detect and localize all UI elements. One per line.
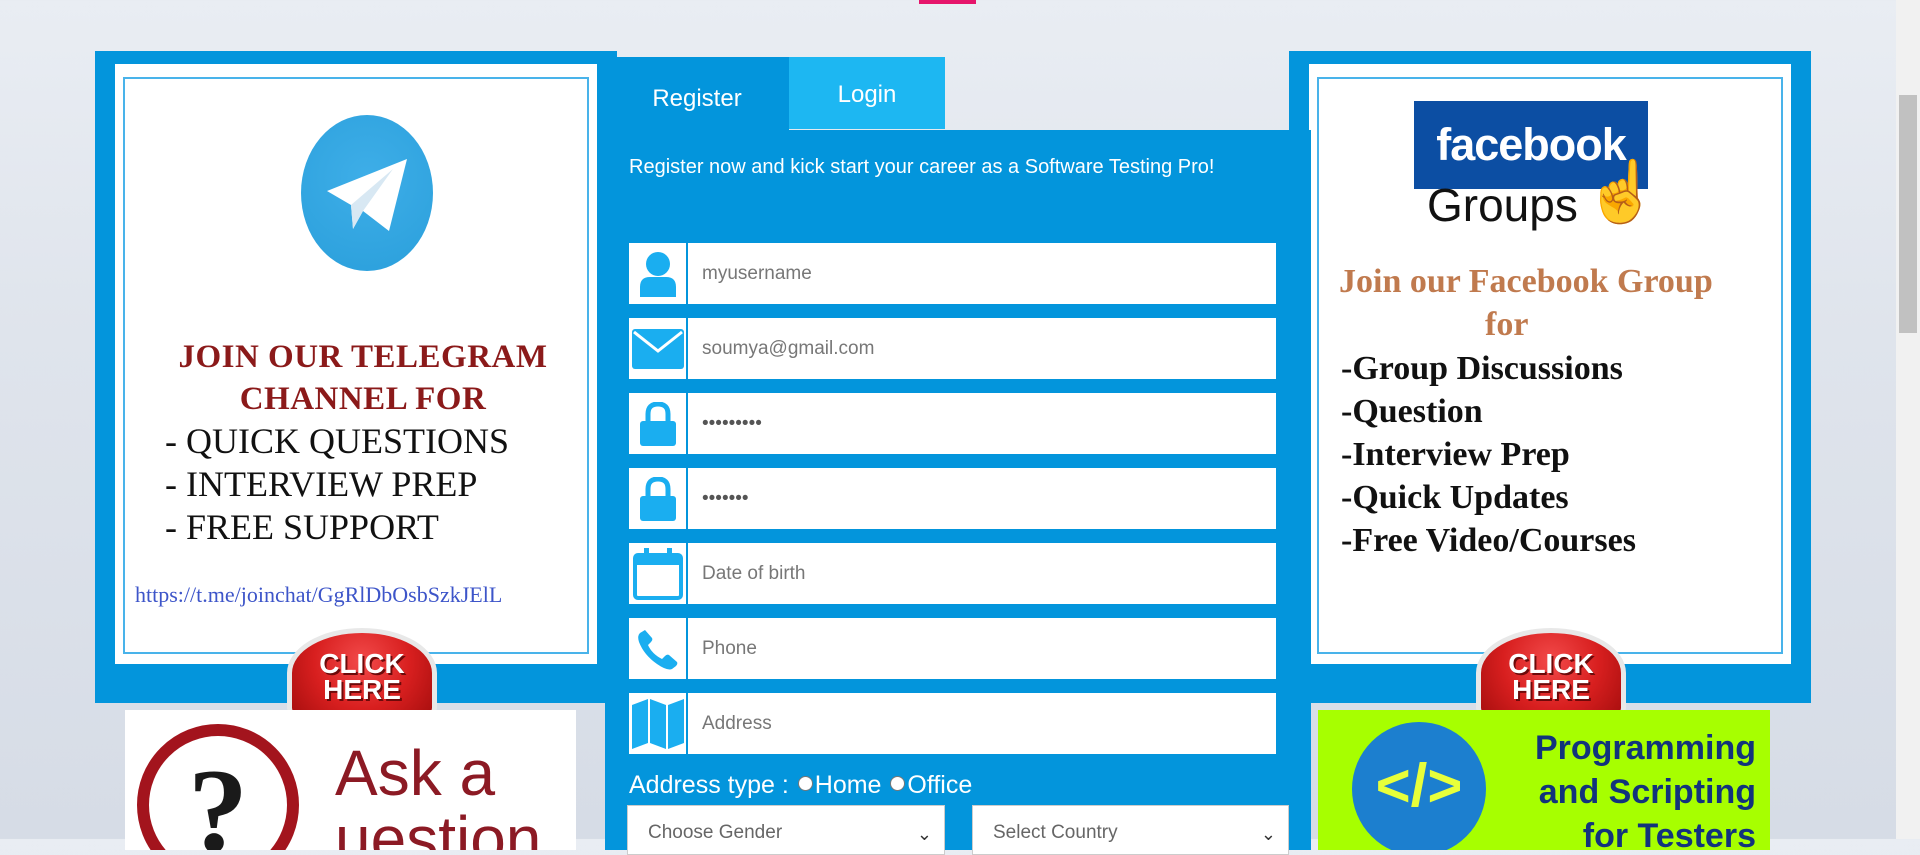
confirm-password-field[interactable] — [629, 468, 1276, 529]
facebook-feature-item: -Interview Prep — [1341, 436, 1570, 473]
facebook-groups-label: Groups — [1427, 179, 1578, 231]
address-type-label: Address type : — [629, 771, 789, 799]
email-input[interactable] — [689, 318, 1272, 379]
telegram-feature-item: - INTERVIEW PREP — [165, 464, 478, 504]
envelope-icon — [629, 318, 688, 379]
programming-line1: Programming — [1534, 729, 1756, 767]
page-scrollbar[interactable] — [1896, 0, 1920, 839]
hand-pointer-icon: ☝ — [1584, 158, 1659, 225]
click-here-line2: HERE — [323, 674, 401, 705]
programming-line3: for Testers — [1582, 817, 1756, 850]
facebook-click-here-button[interactable]: CLICK HERE — [1476, 628, 1626, 718]
map-icon — [629, 693, 688, 754]
ask-line1: Ask a — [335, 737, 496, 809]
scrollbar-thumb[interactable] — [1899, 95, 1917, 333]
home-radio[interactable] — [797, 776, 813, 791]
programming-text: Programming and Scripting for Testers — [1506, 726, 1756, 850]
gender-select-value: Choose Gender — [648, 822, 783, 843]
facebook-banner[interactable]: facebook Groups ☝ Join our Facebook Grou… — [1289, 51, 1811, 718]
confirm-password-input[interactable] — [689, 468, 1272, 529]
home-radio-label[interactable]: Home — [815, 771, 882, 799]
dob-field[interactable] — [629, 543, 1276, 604]
telegram-banner[interactable]: JOIN OUR TELEGRAM CHANNEL FOR - QUICK QU… — [95, 51, 617, 718]
facebook-heading: Join our Facebook Group for — [1339, 260, 1779, 346]
register-form: Register now and kick start your career … — [605, 130, 1311, 855]
phone-field[interactable] — [629, 618, 1276, 679]
telegram-features-list: - QUICK QUESTIONS - INTERVIEW PREP - FRE… — [165, 420, 509, 549]
top-accent-bar — [919, 0, 976, 4]
programming-banner[interactable]: </> Programming and Scripting for Tester… — [1318, 710, 1770, 850]
ask-question-text: Ask a uestion — [335, 740, 541, 850]
lock-icon — [629, 468, 688, 529]
address-field[interactable] — [629, 693, 1276, 754]
question-mark-icon: ? — [137, 724, 299, 850]
facebook-banner-card: facebook Groups ☝ Join our Facebook Grou… — [1309, 64, 1791, 718]
facebook-heading-for: for — [1485, 306, 1529, 343]
country-select-value: Select Country — [993, 822, 1118, 843]
telegram-feature-item: - QUICK QUESTIONS — [165, 421, 509, 461]
facebook-feature-item: -Free Video/Courses — [1341, 522, 1636, 559]
user-icon — [629, 243, 688, 304]
username-field[interactable] — [629, 243, 1276, 304]
address-input[interactable] — [689, 693, 1272, 754]
click-here-line2: HERE — [1512, 674, 1590, 705]
dob-input[interactable] — [689, 543, 1272, 604]
password-input[interactable] — [689, 393, 1272, 454]
lock-icon — [629, 393, 688, 454]
phone-icon — [629, 618, 688, 679]
code-icon: </> — [1352, 722, 1486, 850]
email-field[interactable] — [629, 318, 1276, 379]
address-type-group: Address type : Home Office — [629, 771, 972, 800]
telegram-click-here-button[interactable]: CLICK HERE — [287, 628, 437, 718]
telegram-heading: JOIN OUR TELEGRAM CHANNEL FOR — [178, 339, 548, 417]
calendar-icon — [629, 543, 688, 604]
country-select[interactable]: Select Country ⌄ — [972, 805, 1289, 855]
facebook-feature-item: -Quick Updates — [1341, 479, 1569, 516]
facebook-feature-item: -Question — [1341, 393, 1483, 430]
chevron-down-icon: ⌄ — [1260, 824, 1276, 844]
facebook-features-list: -Group Discussions -Question -Interview … — [1341, 347, 1636, 562]
telegram-invite-link[interactable]: https://t.me/joinchat/GgRlDbOsbSzkJElL — [135, 582, 502, 608]
facebook-feature-item: -Group Discussions — [1341, 350, 1623, 387]
tab-login[interactable]: Login — [789, 57, 945, 129]
username-input[interactable] — [689, 243, 1272, 304]
office-radio[interactable] — [890, 776, 906, 791]
office-radio-label[interactable]: Office — [907, 771, 972, 799]
facebook-heading-text: Join our Facebook Group — [1339, 263, 1713, 300]
programming-line2: and Scripting — [1538, 773, 1756, 811]
chevron-down-icon: ⌄ — [916, 824, 932, 844]
register-intro-text: Register now and kick start your career … — [629, 156, 1215, 178]
ask-line2: uestion — [335, 803, 542, 850]
ask-question-banner[interactable]: ? Ask a uestion — [125, 710, 576, 850]
phone-input[interactable] — [689, 618, 1272, 679]
telegram-logo-icon — [301, 115, 433, 271]
password-field[interactable] — [629, 393, 1276, 454]
telegram-feature-item: - FREE SUPPORT — [165, 507, 439, 547]
tab-register[interactable]: Register — [605, 57, 789, 137]
gender-select[interactable]: Choose Gender ⌄ — [627, 805, 945, 855]
telegram-banner-card: JOIN OUR TELEGRAM CHANNEL FOR - QUICK QU… — [115, 64, 597, 718]
